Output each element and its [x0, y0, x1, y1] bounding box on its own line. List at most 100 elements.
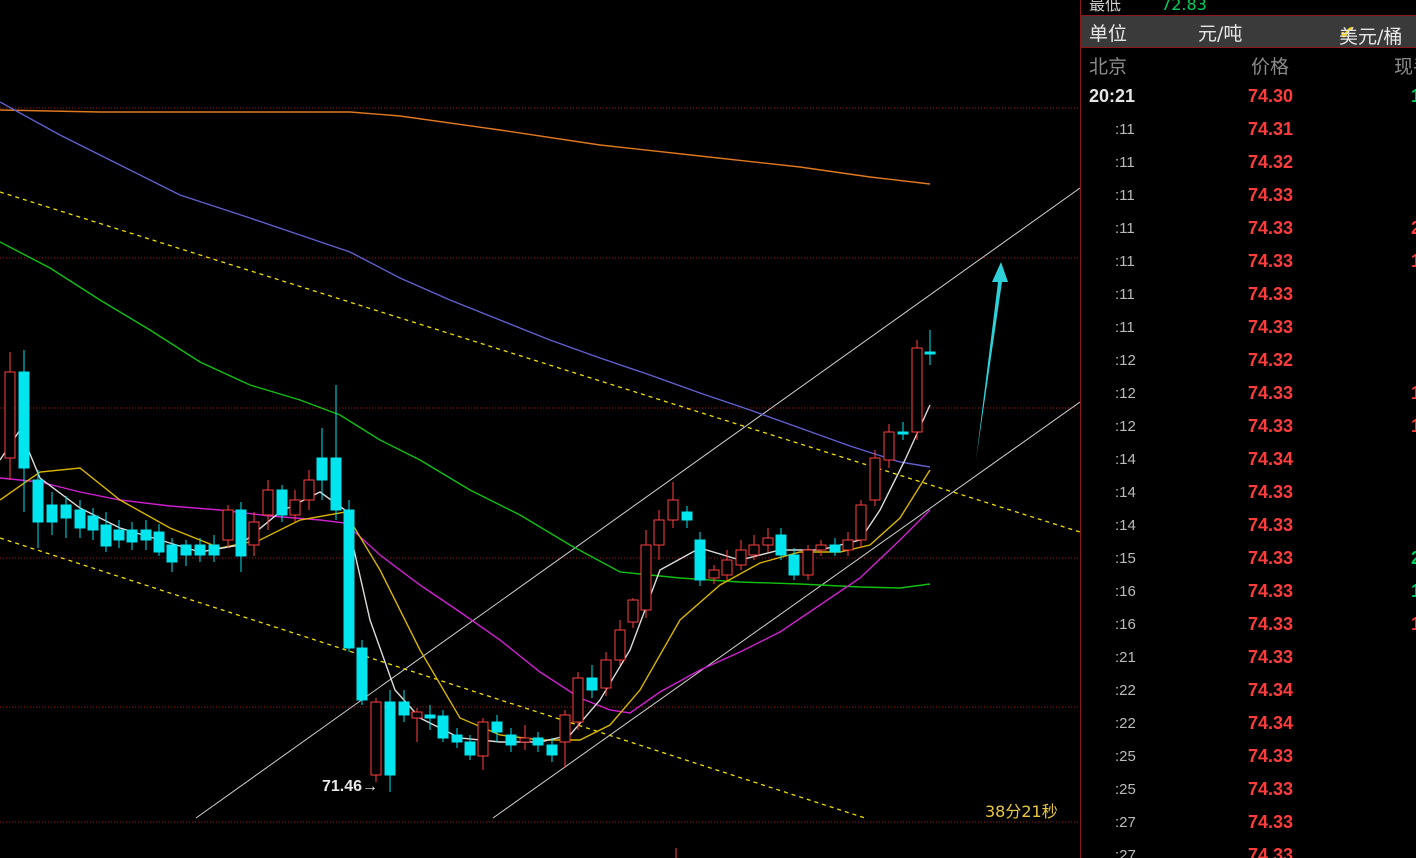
tick-row: :21 74.33 [1081, 641, 1416, 674]
tick-price: 74.33 [1247, 812, 1293, 832]
candle-body [289, 499, 301, 516]
tick-time: :11 [1115, 253, 1135, 270]
candle-body [546, 744, 558, 756]
candle-body [505, 734, 517, 746]
candle-body [748, 544, 760, 556]
candle-body [735, 549, 747, 566]
candle-body [762, 537, 774, 546]
unit-label: 单位 [1089, 23, 1128, 45]
tick-time: :25 [1115, 781, 1136, 798]
candle-body [491, 721, 503, 733]
tick-row: :25 74.33 [1081, 773, 1416, 806]
tick-time: :14 [1115, 484, 1136, 501]
tick-row: :11 74.33 [1081, 311, 1416, 344]
ma-orange-line [0, 109, 931, 185]
tick-row: :11 74.33 [1081, 278, 1416, 311]
price-chart[interactable]: 71.46→ 38分21秒 [0, 0, 1080, 858]
tick-row: :11 74.33 1 [1081, 245, 1416, 278]
candle-body [842, 539, 854, 551]
candle-body [276, 489, 288, 516]
candle-body [559, 714, 571, 743]
candle-body [235, 509, 247, 557]
candle-body [356, 647, 368, 701]
tick-price: 74.33 [1247, 284, 1293, 304]
candle-body [815, 544, 827, 551]
candle-body [869, 457, 881, 501]
tick-time: :11 [1115, 121, 1135, 138]
candle-body [911, 347, 923, 433]
tick-time: :15 [1115, 550, 1136, 567]
tick-price: 74.33 [1247, 251, 1293, 271]
candle-body [532, 737, 544, 746]
candle-body [572, 677, 584, 723]
tick-row: :27 74.33 [1081, 839, 1416, 858]
candle-body [113, 529, 125, 541]
tick-time: :14 [1115, 451, 1136, 468]
tick-panel: 最低72.83 单位 元/吨 ✔ 美元/桶 北京 价格 现手 20:21 74.3… [1080, 0, 1416, 858]
tick-volume: 2 [1411, 548, 1416, 569]
candle-body [166, 544, 178, 563]
tick-row: :12 74.32 [1081, 344, 1416, 377]
ma-magenta-line [0, 477, 931, 714]
ma-blue-line [0, 101, 931, 468]
candle-body [694, 539, 706, 581]
tick-price: 74.32 [1247, 350, 1293, 370]
tick-row: :12 74.33 1 [1081, 410, 1416, 443]
tick-price: 74.33 [1247, 383, 1293, 403]
tick-list: 20:21 74.30 1:11 74.31:11 74.32:11 74.33:11 74… [1081, 80, 1416, 858]
unit-selected[interactable]: 元/吨 [1198, 19, 1242, 46]
tick-price: 74.31 [1247, 119, 1293, 139]
tick-time: :16 [1115, 616, 1136, 633]
candle-body [262, 489, 274, 516]
candle-body [627, 599, 639, 623]
tick-time: :22 [1115, 682, 1136, 699]
tick-price: 74.34 [1247, 449, 1293, 469]
candle-body [477, 721, 489, 757]
candle-body [586, 677, 598, 691]
tick-row: :22 74.34 [1081, 674, 1416, 707]
candle-body [883, 431, 895, 461]
candle-body [194, 544, 206, 556]
candle-body [640, 544, 652, 611]
tick-row: :16 74.33 1 [1081, 608, 1416, 641]
candle-body [897, 431, 909, 435]
tick-price: 74.33 [1247, 185, 1293, 205]
tick-row: :11 74.33 2 [1081, 212, 1416, 245]
tick-volume: 1 [1411, 416, 1416, 437]
tick-row: :14 74.33 [1081, 476, 1416, 509]
candle-body [681, 511, 693, 521]
candle-body [330, 457, 342, 511]
candle-body [4, 371, 16, 459]
candle-body [384, 701, 396, 776]
tick-time: :16 [1115, 583, 1136, 600]
candle-body [126, 529, 138, 543]
candle-body [802, 549, 814, 576]
candle-body [208, 544, 220, 556]
candle-body [519, 737, 531, 743]
candle-body [464, 741, 476, 756]
tick-time: :11 [1115, 154, 1135, 171]
candle-body [87, 515, 99, 531]
tick-row: :14 74.34 [1081, 443, 1416, 476]
candle-body [180, 544, 192, 556]
candle-body [721, 559, 733, 576]
tick-time: :27 [1115, 814, 1136, 831]
tick-volume: 1 [1411, 581, 1416, 602]
candle-body [855, 504, 867, 541]
tick-price: 74.33 [1247, 416, 1293, 436]
tick-time: :14 [1115, 517, 1136, 534]
tick-price: 74.30 [1247, 86, 1293, 106]
tick-price: 74.33 [1247, 317, 1293, 337]
tick-time: :12 [1115, 385, 1136, 402]
candle-body [437, 715, 449, 739]
tick-price: 74.34 [1247, 680, 1293, 700]
tick-table-header: 北京 价格 现手 [1081, 52, 1416, 80]
channel-upper-line [195, 187, 1080, 819]
candle-body [140, 529, 152, 541]
tick-row: :12 74.33 1 [1081, 377, 1416, 410]
candle-body [74, 509, 86, 529]
candle-body [411, 711, 423, 719]
tick-price: 74.33 [1247, 482, 1293, 502]
tick-price: 74.33 [1247, 746, 1293, 766]
candle-body [924, 351, 936, 355]
